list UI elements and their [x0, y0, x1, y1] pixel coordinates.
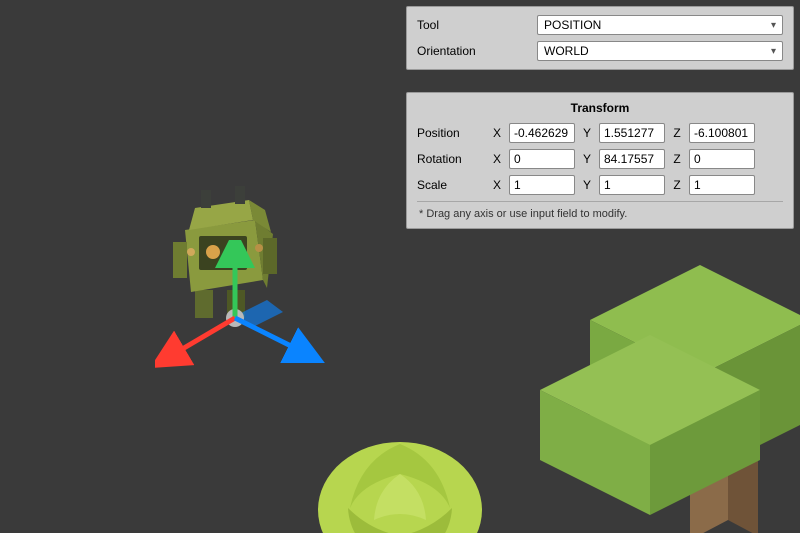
divider: [417, 201, 783, 202]
rotation-row: Rotation X Y Z: [417, 149, 783, 169]
axis-y-label: Y: [581, 126, 593, 140]
gizmo-axis-z[interactable]: [235, 318, 307, 354]
axis-z-label: Z: [671, 178, 683, 192]
axis-y-label: Y: [581, 178, 593, 192]
transform-title: Transform: [417, 101, 783, 115]
orientation-select[interactable]: WORLD ▾: [537, 41, 783, 61]
chevron-down-icon: ▾: [771, 20, 776, 31]
position-row: Position X Y Z: [417, 123, 783, 143]
axis-z-label: Z: [671, 126, 683, 140]
axis-y-label: Y: [581, 152, 593, 166]
tool-panel: Tool POSITION ▾ Orientation WORLD ▾: [406, 6, 794, 70]
gizmo[interactable]: [155, 240, 355, 410]
scene-bush: [300, 430, 500, 533]
rotation-y-input[interactable]: [599, 149, 665, 169]
chevron-down-icon: ▾: [771, 46, 776, 57]
tool-label: Tool: [417, 18, 537, 32]
scale-label: Scale: [417, 178, 485, 192]
axis-x-label: X: [491, 126, 503, 140]
transform-hint: * Drag any axis or use input field to mo…: [417, 206, 783, 222]
scale-x-input[interactable]: [509, 175, 575, 195]
tool-select-value: POSITION: [544, 18, 601, 32]
scene-tree-large: [480, 200, 800, 533]
rotation-z-input[interactable]: [689, 149, 755, 169]
orientation-label: Orientation: [417, 44, 537, 58]
gizmo-axis-x[interactable]: [167, 318, 235, 358]
scale-row: Scale X Y Z: [417, 175, 783, 195]
position-y-input[interactable]: [599, 123, 665, 143]
position-x-input[interactable]: [509, 123, 575, 143]
axis-x-label: X: [491, 178, 503, 192]
scale-z-input[interactable]: [689, 175, 755, 195]
axis-z-label: Z: [671, 152, 683, 166]
rotation-label: Rotation: [417, 152, 485, 166]
viewport-3d[interactable]: [0, 0, 800, 533]
axis-x-label: X: [491, 152, 503, 166]
position-z-input[interactable]: [689, 123, 755, 143]
tool-select[interactable]: POSITION ▾: [537, 15, 783, 35]
transform-panel: Transform Position X Y Z Rotation X Y Z …: [406, 92, 794, 229]
orientation-select-value: WORLD: [544, 44, 589, 58]
position-label: Position: [417, 126, 485, 140]
scale-y-input[interactable]: [599, 175, 665, 195]
rotation-x-input[interactable]: [509, 149, 575, 169]
